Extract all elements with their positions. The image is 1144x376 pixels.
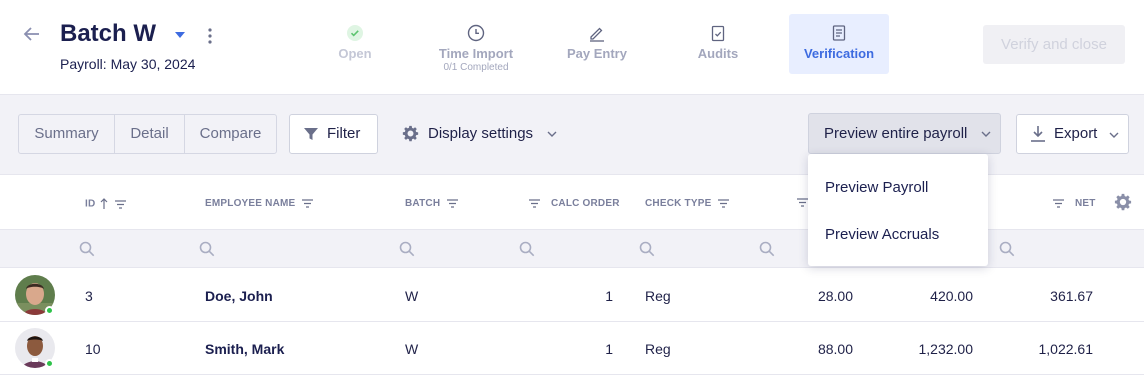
search-icon[interactable] — [199, 241, 215, 257]
column-filter-icon[interactable] — [447, 199, 459, 208]
column-filter-icon[interactable] — [1053, 199, 1064, 208]
page-header: Batch W Payroll: May 30, 2024 Open Time … — [0, 0, 1144, 95]
online-status-icon — [45, 306, 54, 315]
menu-item-preview-accruals[interactable]: Preview Accruals — [825, 226, 939, 243]
filter-button[interactable]: Filter — [289, 114, 378, 154]
search-icon[interactable] — [399, 241, 415, 257]
payroll-date: Payroll: May 30, 2024 — [60, 56, 196, 72]
menu-item-preview-payroll[interactable]: Preview Payroll — [825, 179, 928, 196]
batch-dropdown-caret-icon[interactable] — [174, 30, 186, 40]
step-time-import[interactable]: Time Import 0/1 Completed — [426, 14, 526, 74]
step-label: Verification — [803, 46, 875, 61]
step-sublabel: 0/1 Completed — [443, 62, 509, 73]
column-net[interactable]: NET — [1053, 198, 1096, 209]
cell-net: 1,022.61 — [1038, 341, 1094, 357]
preview-entire-payroll-button[interactable]: Preview entire payroll — [808, 113, 1001, 154]
preview-dropdown-menu: Preview Payroll Preview Accruals — [808, 154, 988, 266]
column-employee-name[interactable]: EMPLOYEE NAME — [205, 198, 314, 209]
more-options-icon[interactable] — [202, 26, 218, 46]
column-filter-icon[interactable] — [718, 199, 730, 208]
step-audits[interactable]: Audits — [678, 14, 758, 74]
gear-icon — [402, 125, 419, 142]
column-calc-order[interactable]: CALC ORDER — [529, 198, 620, 209]
preview-label: Preview entire payroll — [824, 125, 968, 142]
step-pay-entry[interactable]: Pay Entry — [552, 14, 642, 74]
search-icon[interactable] — [639, 241, 655, 257]
column-filter-icon[interactable] — [115, 199, 127, 209]
verify-and-close-button[interactable]: Verify and close — [983, 25, 1125, 64]
chevron-down-icon — [1109, 132, 1119, 138]
cell-net: 361.67 — [1050, 288, 1093, 304]
export-label: Export — [1054, 125, 1098, 142]
document-icon — [832, 25, 846, 41]
cell-value: 28.00 — [817, 288, 853, 304]
clipboard-check-icon — [711, 25, 725, 42]
column-filter-icon[interactable] — [529, 199, 540, 208]
cell-check-type: Reg — [645, 288, 671, 304]
column-filter-icon[interactable] — [797, 198, 808, 207]
search-icon[interactable] — [759, 241, 775, 257]
cell-value: 1,232.00 — [918, 341, 974, 357]
cell-id: 10 — [85, 341, 101, 357]
chevron-down-icon — [981, 131, 991, 137]
search-icon[interactable] — [519, 241, 535, 257]
cell-id: 3 — [85, 288, 93, 304]
column-check-type[interactable]: CHECK TYPE — [645, 198, 730, 209]
check-circle-icon — [347, 25, 363, 41]
step-open[interactable]: Open — [320, 14, 390, 74]
step-label: Audits — [697, 46, 739, 61]
cell-batch: W — [405, 288, 419, 304]
cell-value: 88.00 — [817, 341, 853, 357]
column-settings-gear-icon[interactable] — [1114, 193, 1132, 211]
online-status-icon — [45, 359, 54, 368]
sort-ascending-icon[interactable] — [100, 198, 108, 210]
search-icon[interactable] — [79, 241, 95, 257]
cell-batch: W — [405, 341, 419, 357]
tab-compare[interactable]: Compare — [184, 114, 277, 154]
display-settings-button[interactable]: Display settings — [402, 114, 557, 154]
tab-summary[interactable]: Summary — [18, 114, 115, 154]
column-id[interactable]: ID — [85, 198, 127, 210]
tab-detail[interactable]: Detail — [114, 114, 185, 154]
column-filter-icon[interactable] — [302, 199, 314, 208]
display-settings-label: Display settings — [428, 125, 534, 142]
cell-value: 420.00 — [930, 288, 973, 304]
cell-check-type: Reg — [645, 341, 671, 357]
cell-calc-order: 1 — [605, 288, 613, 304]
chevron-down-icon — [547, 131, 557, 137]
table-row[interactable]: 10 Smith, Mark W 1 Reg 88.00 1,232.00 1,… — [0, 322, 1144, 375]
pen-icon — [590, 27, 604, 42]
export-button[interactable]: Export — [1016, 114, 1129, 154]
step-label: Pay Entry — [567, 46, 627, 61]
table-row[interactable]: 3 Doe, John W 1 Reg 28.00 420.00 361.67 — [0, 269, 1144, 322]
column-batch[interactable]: BATCH — [405, 198, 459, 209]
step-label: Time Import — [438, 46, 514, 61]
clock-icon — [467, 24, 485, 42]
cell-employee-name[interactable]: Smith, Mark — [205, 341, 284, 357]
filter-label: Filter — [327, 125, 361, 142]
step-verification[interactable]: Verification — [789, 14, 889, 74]
cell-calc-order: 1 — [605, 341, 613, 357]
page-title: Batch W — [60, 20, 156, 47]
download-icon — [1031, 126, 1045, 142]
cell-employee-name[interactable]: Doe, John — [205, 288, 273, 304]
search-icon[interactable] — [999, 241, 1015, 257]
back-arrow-icon[interactable] — [22, 24, 42, 44]
filter-icon — [304, 128, 318, 140]
step-label: Open — [338, 46, 372, 61]
